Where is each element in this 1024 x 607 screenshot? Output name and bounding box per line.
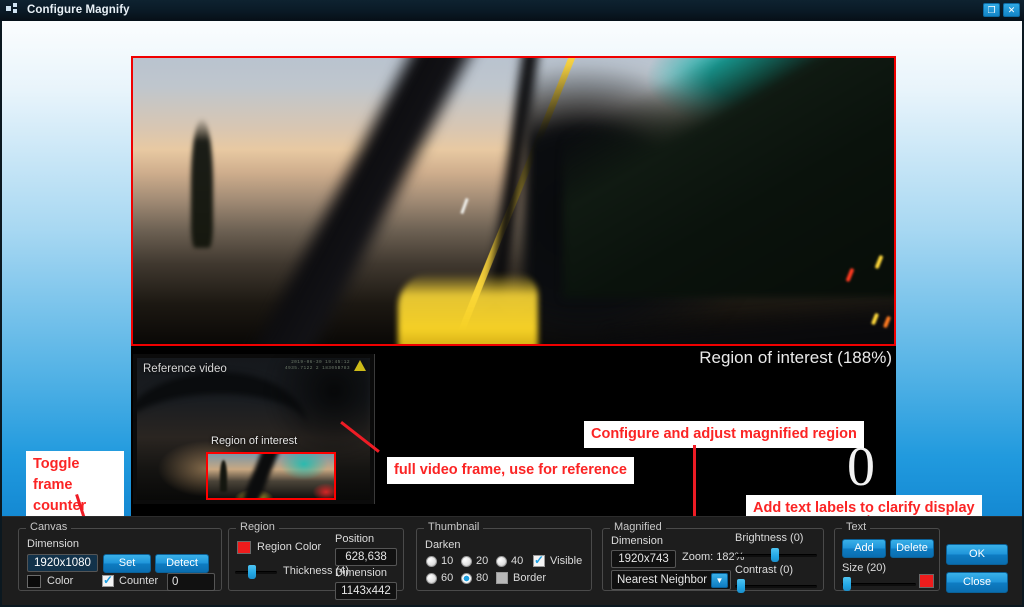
magnified-group: Magnified Dimension 1920x743 Zoom: 182% … [602,521,824,594]
restore-button[interactable]: ❐ [983,3,1000,17]
window-buttons: ❐ ✕ [983,3,1024,17]
magnified-dimension-label: Dimension [611,535,663,547]
text-size-label: Size (20) [842,562,887,574]
darken-option-60-label: 60 [441,572,454,584]
canvas-group-legend: Canvas [26,521,72,533]
canvas-counter-label: Counter [119,575,159,587]
callout-add-text-labels: Add text labels to clarify display [746,495,982,516]
thumbnail-border-checkbox[interactable] [496,572,508,584]
callout-toggle-frame-counter: Toggle frame counter [26,451,124,516]
region-color-swatch[interactable] [237,541,251,554]
thumbnail-visible-checkbox[interactable] [533,553,545,567]
callout-configure-magnified-region: Configure and adjust magnified region [584,421,864,448]
canvas-color-label: Color [47,575,74,587]
canvas-dimension-label: Dimension [27,538,79,550]
thumbnail-border-label: Border [513,572,547,584]
magnified-group-legend: Magnified [610,521,666,533]
canvas-color-swatch[interactable] [27,575,41,588]
ok-button[interactable]: OK [946,544,1008,565]
darken-option-40-radio[interactable] [496,556,507,567]
darken-option-80-label: 80 [476,572,489,584]
region-color-label: Region Color [257,541,322,553]
region-group: Region Region Color Thickness (4) Positi… [228,521,404,600]
region-dimension-label: Dimension [335,567,387,579]
callout-full-video-frame: full video frame, use for reference [387,457,634,484]
chevron-down-icon[interactable]: ▼ [711,573,728,588]
text-size-slider[interactable] [842,576,916,592]
thumbnail-visible-label: Visible [550,555,583,567]
canvas-counter-input[interactable]: 0 [167,573,215,591]
thumbnail-group: Thumbnail Darken 10 20 40 60 80 Visible … [416,521,592,591]
control-panel: Canvas Dimension 1920x1080 Set Detect Co… [2,516,1022,605]
darken-option-40-label: 40 [511,555,524,567]
canvas-set-button[interactable]: Set [103,554,151,573]
interpolation-select[interactable]: Nearest Neighbor ▼ [611,570,731,590]
darken-option-60-radio[interactable] [426,573,437,584]
text-group: Text Add Delete Size (20) [834,521,940,592]
interpolation-value: Nearest Neighbor [617,574,708,586]
app-squares-icon [6,3,22,17]
region-of-interest-zoom-label: Region of interest (188%) [699,348,892,367]
preview-stage: Region of interest (188%) 0 Reference vi… [2,21,1022,516]
warning-triangle-icon [354,360,366,371]
darken-option-10-radio[interactable] [426,556,437,567]
reference-video-thumbnail[interactable]: Reference video 2019-06-30 19:45:12 4935… [133,354,375,504]
region-position-input[interactable]: 628,638 [335,548,397,566]
text-add-button[interactable]: Add [842,539,886,558]
darken-option-20-radio[interactable] [461,556,472,567]
video-osd-text: 2019-06-30 19:45:12 4935.7122 2 18305B78… [284,360,350,371]
brightness-label: Brightness (0) [735,532,804,544]
text-group-legend: Text [842,521,871,533]
region-position-label: Position [335,533,375,545]
configure-magnify-window: Configure Magnify ❐ ✕ Region of interest… [0,0,1024,607]
contrast-label: Contrast (0) [735,564,794,576]
darken-option-20-label: 20 [476,555,489,567]
canvas-detect-button[interactable]: Detect [155,554,209,573]
reference-video-label: Reference video [143,363,227,375]
thumbnail-group-legend: Thumbnail [424,521,484,533]
magnified-video-view[interactable] [131,56,896,346]
contrast-slider[interactable] [735,578,817,594]
region-dimension-input[interactable]: 1143x442 [335,582,397,600]
title-bar: Configure Magnify ❐ ✕ [0,0,1024,21]
leader-line-configure-region [693,445,696,516]
darken-option-80-radio[interactable] [461,573,472,584]
region-of-interest-selection-box[interactable] [206,452,336,500]
magnified-dimension-input[interactable]: 1920x743 [611,550,676,568]
close-button[interactable]: ✕ [1003,3,1020,17]
reference-roi-label: Region of interest [211,435,298,447]
brightness-slider[interactable] [735,547,817,563]
text-delete-button[interactable]: Delete [890,539,934,558]
darken-option-10-label: 10 [441,555,454,567]
magnified-video-frame [133,58,894,344]
region-thickness-slider[interactable] [235,564,277,580]
window-title: Configure Magnify [27,4,130,16]
close-button-dialog[interactable]: Close [946,572,1008,593]
canvas-counter-checkbox[interactable] [102,573,114,587]
canvas-dimension-input[interactable]: 1920x1080 [27,554,98,572]
thumbnail-darken-label: Darken [425,539,461,551]
region-group-legend: Region [236,521,279,533]
canvas-group: Canvas Dimension 1920x1080 Set Detect Co… [18,521,222,591]
text-color-swatch[interactable] [919,574,934,588]
